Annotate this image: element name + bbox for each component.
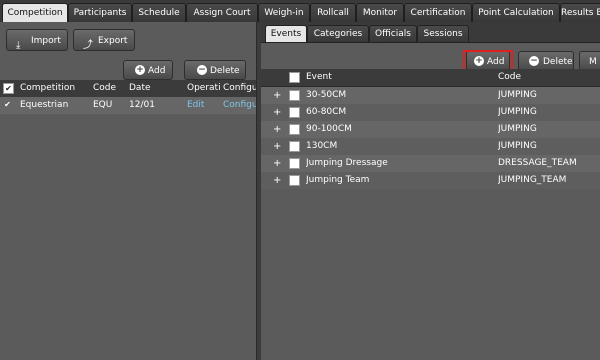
row-checkbox[interactable]: ✔	[3, 100, 12, 109]
tab-results[interactable]: Results B	[560, 3, 600, 22]
table-row[interactable]: + 60-80CM JUMPING	[261, 104, 600, 121]
expand-icon[interactable]: +	[273, 138, 281, 155]
row-checkbox[interactable]	[289, 175, 300, 186]
minus-icon: −	[197, 65, 207, 75]
configure-link[interactable]: Configu	[223, 97, 256, 114]
row-checkbox[interactable]	[289, 124, 300, 135]
competition-grid-header: ✔ Competition Code Date Operatic Configu	[0, 80, 256, 98]
minus-icon: −	[529, 56, 539, 66]
tab-monitor[interactable]: Monitor	[356, 3, 404, 22]
tab-point-calculation[interactable]: Point Calculation	[472, 3, 560, 22]
row-checkbox[interactable]	[289, 90, 300, 101]
tab-weigh-in[interactable]: Weigh-in	[258, 3, 310, 22]
tab-competition[interactable]: Competition	[2, 3, 68, 23]
import-button[interactable]: ⤓ Import	[6, 29, 68, 51]
row-checkbox[interactable]	[289, 141, 300, 152]
row-checkbox[interactable]	[289, 158, 300, 169]
expand-icon[interactable]: +	[273, 155, 281, 172]
tab-events[interactable]: Events	[265, 25, 307, 42]
tab-sessions[interactable]: Sessions	[417, 25, 469, 42]
expand-icon[interactable]: +	[273, 172, 281, 189]
select-all-checkbox[interactable]	[289, 72, 300, 83]
competition-delete-button[interactable]: − Delete	[184, 60, 246, 80]
table-row[interactable]: + 90-100CM JUMPING	[261, 121, 600, 138]
table-row[interactable]: + Jumping Team JUMPING_TEAM	[261, 172, 600, 189]
plus-icon: +	[135, 65, 145, 75]
event-delete-button[interactable]: − Delete	[518, 51, 574, 71]
table-row[interactable]: + 130CM JUMPING	[261, 138, 600, 155]
competition-add-button[interactable]: + Add	[123, 60, 173, 80]
expand-icon[interactable]: +	[273, 87, 281, 104]
row-checkbox[interactable]	[289, 107, 300, 118]
table-row[interactable]: ✔ Equestrian EQU 12/01 Edit Configu	[0, 97, 256, 114]
main-tab-bar: Competition Participants Schedule Assign…	[0, 0, 600, 23]
tab-officials[interactable]: Officials	[369, 25, 417, 42]
expand-icon[interactable]: +	[273, 104, 281, 121]
events-pane: Events Categories Officials Sessions + A…	[261, 22, 600, 360]
tab-assign-court[interactable]: Assign Court	[186, 3, 258, 22]
tab-certification[interactable]: Certification	[404, 3, 472, 22]
tab-participants[interactable]: Participants	[68, 3, 132, 22]
tab-schedule[interactable]: Schedule	[132, 3, 186, 22]
tab-rollcall[interactable]: Rollcall	[310, 3, 356, 22]
edit-link[interactable]: Edit	[187, 97, 221, 114]
export-button[interactable]: ⤴ Export	[73, 29, 135, 51]
more-button[interactable]: M	[579, 51, 600, 71]
tab-categories[interactable]: Categories	[307, 25, 369, 42]
table-row[interactable]: + Jumping Dressage DRESSAGE_TEAM	[261, 155, 600, 172]
table-row[interactable]: + 30-50CM JUMPING	[261, 87, 600, 104]
sub-tab-bar: Events Categories Officials Sessions	[261, 22, 600, 43]
import-icon: ⤓	[16, 40, 21, 51]
competition-pane: ⤓ Import ⤴ Export + Add − Delete ✔ Compe…	[0, 22, 256, 360]
events-grid-header: Event Code	[261, 69, 600, 87]
export-icon: ⤴	[83, 40, 93, 51]
expand-icon[interactable]: +	[273, 121, 281, 138]
select-all-checkbox[interactable]: ✔	[3, 83, 14, 94]
